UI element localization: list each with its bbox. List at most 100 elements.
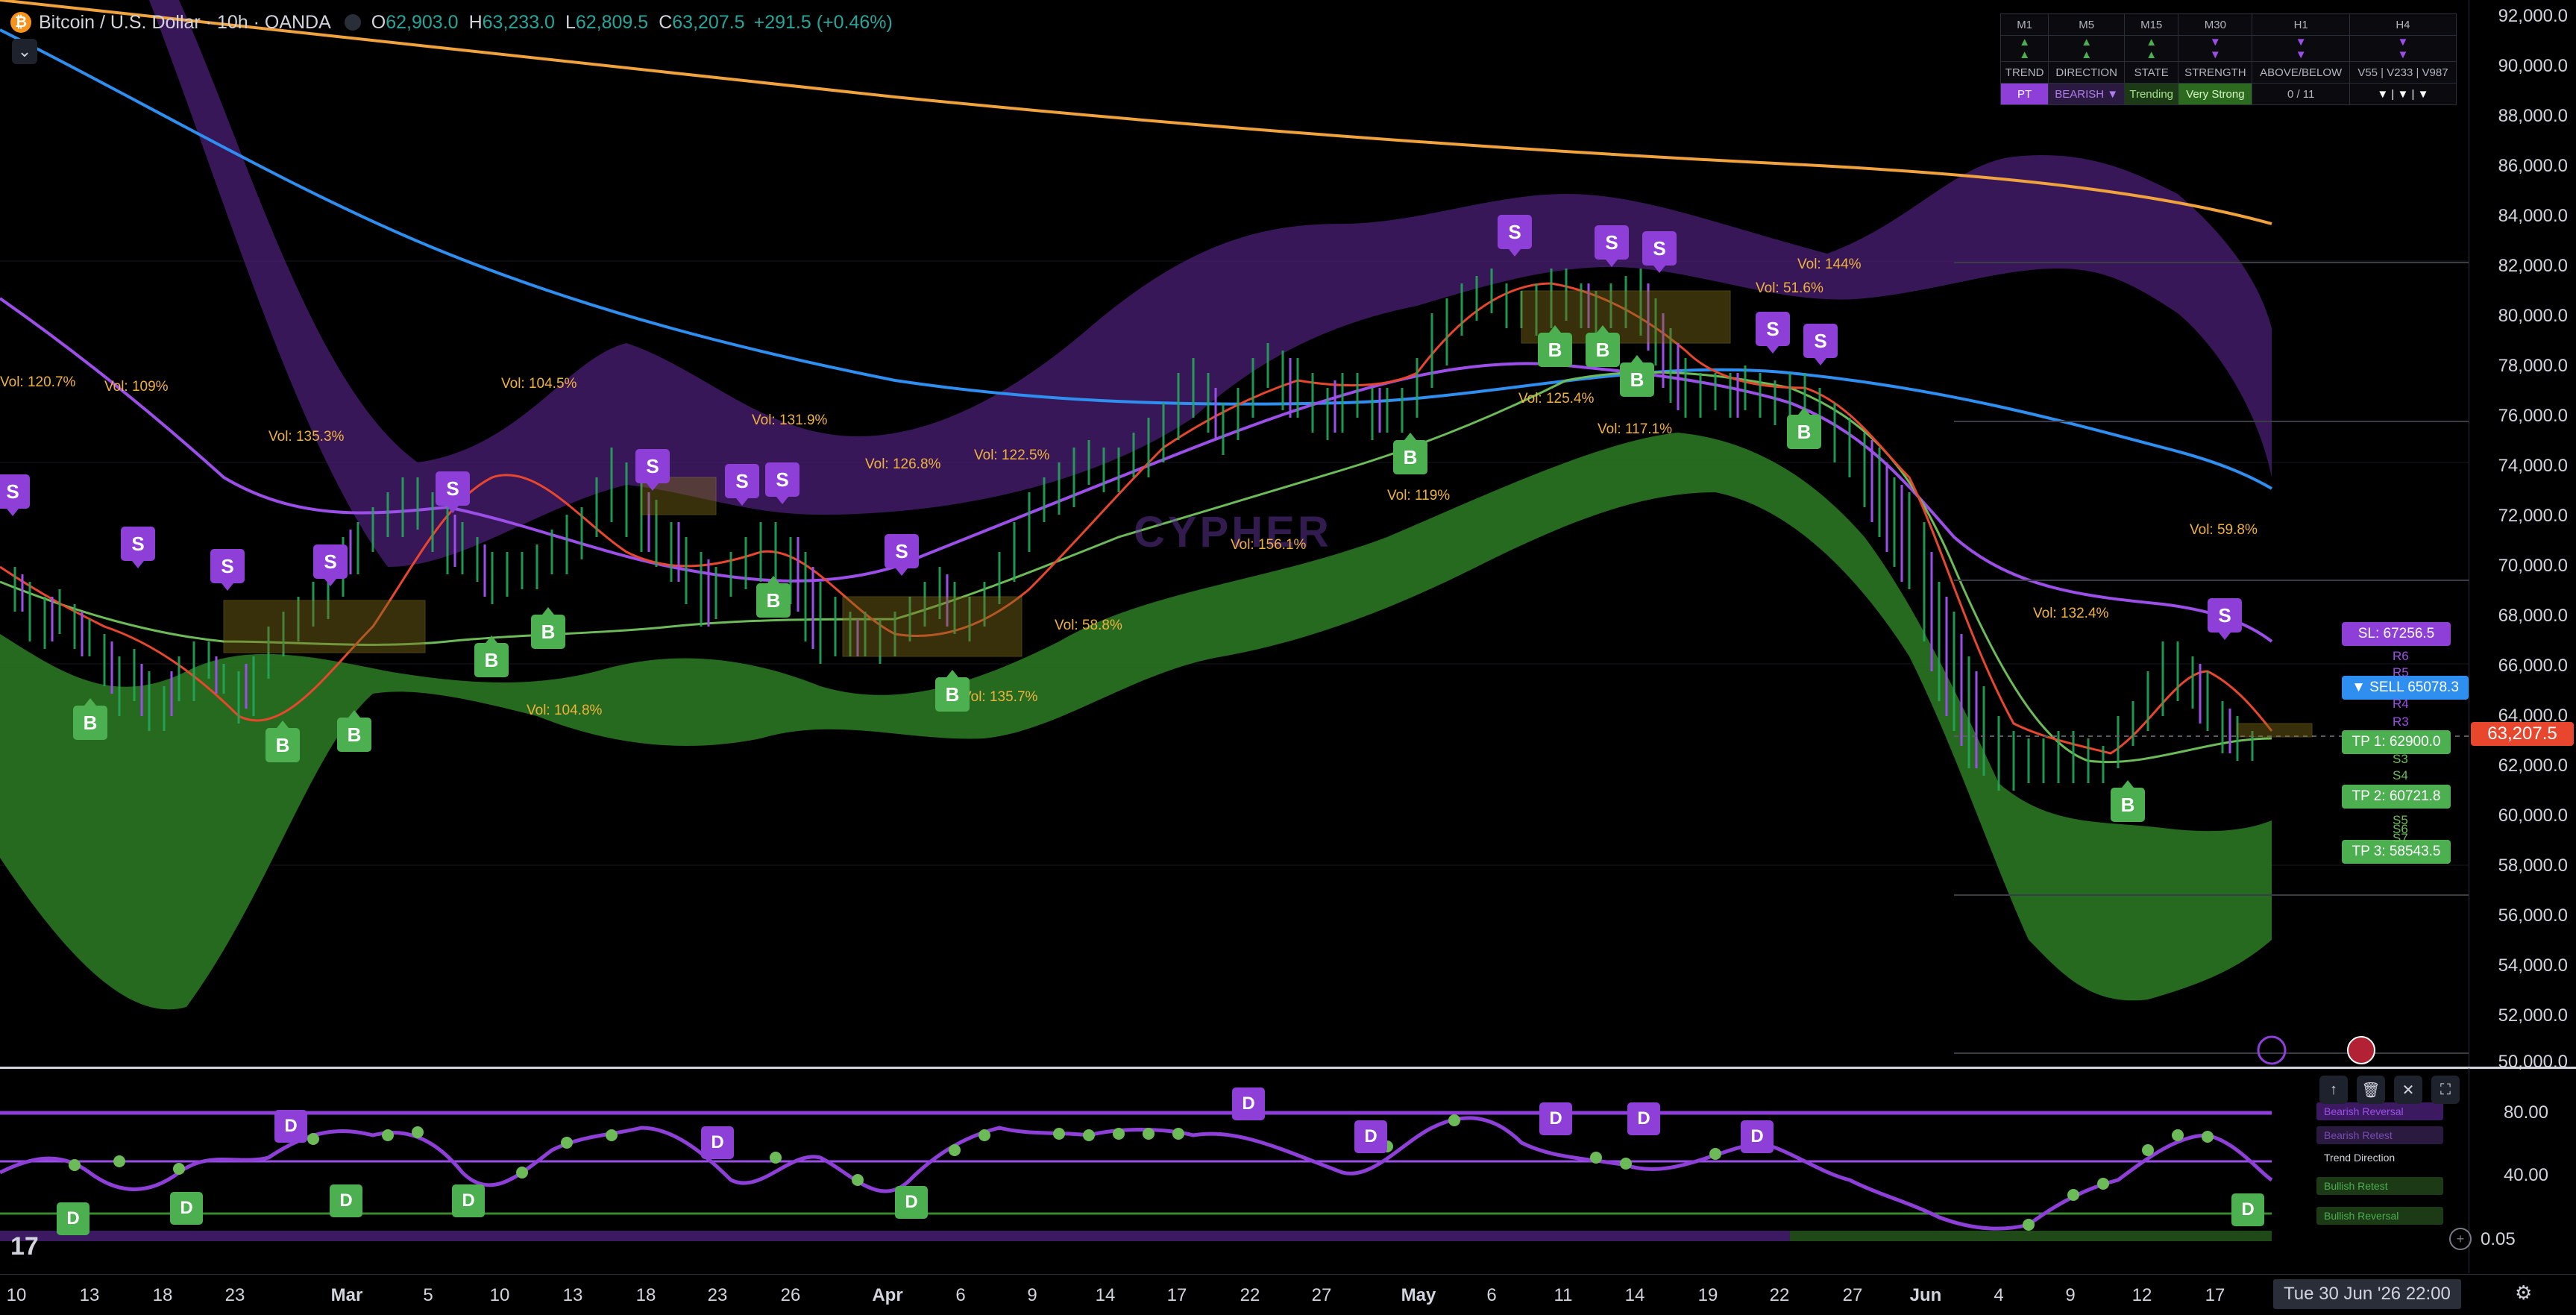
sell-signal-marker[interactable]: S: [1756, 312, 1790, 354]
buy-signal-marker[interactable]: B: [531, 607, 565, 649]
buy-signal-marker[interactable]: B: [935, 670, 970, 712]
bullish-divergence-marker[interactable]: D: [330, 1184, 362, 1217]
sell-signal-marker[interactable]: S: [2208, 598, 2242, 640]
pivot-r6: R6: [2393, 649, 2409, 663]
sell-signal-marker[interactable]: S: [635, 449, 670, 491]
time-tick: 18: [152, 1285, 173, 1305]
buy-signal-marker[interactable]: B: [1393, 433, 1427, 474]
bearish-divergence-marker[interactable]: D: [701, 1126, 734, 1159]
time-tick: Apr: [872, 1285, 903, 1305]
bearish-divergence-marker[interactable]: D: [274, 1110, 307, 1143]
bullish-divergence-marker[interactable]: D: [170, 1192, 203, 1225]
symbol-name[interactable]: Bitcoin / U.S. Dollar · 10h · OANDA: [39, 12, 331, 34]
price-tick: 54,000.0: [2498, 955, 2568, 976]
bearish-divergence-marker[interactable]: D: [1539, 1102, 1572, 1135]
buy-signal-marker[interactable]: B: [474, 635, 509, 677]
price-tick: 84,000.0: [2498, 206, 2568, 226]
maximize-pane-icon[interactable]: ⛶: [2431, 1076, 2460, 1104]
time-tick: 6: [955, 1285, 966, 1305]
time-tick: 9: [1027, 1285, 1037, 1305]
sell-signal-marker[interactable]: S: [313, 544, 348, 586]
take-profit-2-label[interactable]: TP 2: 60721.8: [2342, 785, 2451, 809]
time-tick: 13: [79, 1285, 100, 1305]
buy-signal-marker[interactable]: B: [1586, 325, 1620, 367]
change-value: +291.5 (+0.46%): [753, 11, 893, 33]
bearish-divergence-marker[interactable]: D: [1354, 1120, 1387, 1153]
move-up-icon[interactable]: ↑: [2319, 1076, 2348, 1104]
buy-signal-marker[interactable]: B: [1620, 355, 1654, 397]
trash-icon[interactable]: 🗑: [2357, 1076, 2385, 1104]
volume-label: Vol: 51.6%: [1756, 280, 1823, 296]
price-tick: 88,000.0: [2498, 106, 2568, 126]
volume-label: Vol: 135.7%: [962, 689, 1038, 705]
osc-tick: 40.00: [2503, 1165, 2548, 1185]
high-value: 63,233.0: [482, 11, 555, 33]
pane-separator[interactable]: [0, 1067, 2576, 1069]
visibility-toggle-icon[interactable]: [344, 14, 361, 31]
sell-signal-marker[interactable]: S: [436, 471, 470, 513]
time-tick: 22: [1240, 1285, 1260, 1305]
oscillator-value: 0.05: [2481, 1229, 2516, 1249]
sell-signal-marker[interactable]: S: [210, 549, 245, 591]
buy-signal-marker[interactable]: B: [337, 710, 371, 752]
sell-signal-marker[interactable]: S: [885, 534, 919, 576]
bullish-divergence-marker[interactable]: D: [452, 1184, 485, 1217]
time-tick: Jun: [1909, 1285, 1942, 1305]
sell-signal-marker[interactable]: S: [1498, 215, 1532, 257]
volume-label: Vol: 156.1%: [1231, 537, 1307, 553]
collapse-legend-button[interactable]: ⌄: [12, 39, 37, 64]
price-tick: 76,000.0: [2498, 406, 2568, 426]
time-tick: 4: [1994, 1285, 2004, 1305]
bullish-divergence-marker[interactable]: D: [895, 1186, 928, 1219]
legend-bearish-reversal: Bearish Reversal: [2316, 1102, 2443, 1120]
price-tick: 68,000.0: [2498, 606, 2568, 626]
down-arrow-icon: ▼ ▼: [2349, 35, 2457, 62]
time-tick: 27: [1842, 1285, 1863, 1305]
buy-signal-marker[interactable]: B: [73, 698, 107, 740]
time-tick: 9: [2065, 1285, 2076, 1305]
sell-signal-marker[interactable]: S: [1803, 324, 1838, 365]
bearish-divergence-marker[interactable]: D: [1232, 1088, 1265, 1120]
stop-loss-label[interactable]: SL: 67256.5: [2342, 622, 2451, 646]
pivot-s7: S7: [2393, 831, 2408, 845]
buy-signal-marker[interactable]: B: [266, 721, 300, 762]
sell-signal-marker[interactable]: S: [725, 464, 759, 506]
time-tick: 22: [1769, 1285, 1790, 1305]
take-profit-1-label[interactable]: TP 1: 62900.0: [2342, 730, 2451, 754]
bearish-divergence-marker[interactable]: D: [1741, 1120, 1774, 1153]
time-tick: 14: [1624, 1285, 1645, 1305]
sell-signal-marker[interactable]: S: [1595, 225, 1629, 267]
buy-signal-marker[interactable]: B: [1538, 325, 1572, 367]
collapse-pane-icon[interactable]: ✕: [2394, 1076, 2422, 1104]
plus-circle-icon[interactable]: +: [2449, 1228, 2472, 1250]
legend-bullish-retest: Bullish Retest: [2316, 1177, 2443, 1195]
buy-signal-marker[interactable]: B: [2111, 780, 2145, 822]
price-axis[interactable]: 92,000.0 90,000.0 88,000.0 86,000.0 84,0…: [2469, 0, 2576, 1072]
bearish-divergence-marker[interactable]: D: [1627, 1102, 1660, 1135]
volume-label: Vol: 131.9%: [752, 412, 828, 428]
gear-icon[interactable]: ⚙: [2515, 1281, 2532, 1305]
price-tick: 82,000.0: [2498, 256, 2568, 276]
tf-cell: H4: [2349, 13, 2457, 36]
buy-signal-marker[interactable]: B: [1787, 407, 1821, 449]
sell-signal-marker[interactable]: S: [1642, 231, 1677, 273]
tradingview-logo[interactable]: 17: [10, 1232, 39, 1261]
bullish-divergence-marker[interactable]: D: [2231, 1193, 2264, 1226]
time-axis[interactable]: 10 13 18 23 Mar 5 10 13 18 23 26 Apr 6 9…: [0, 1274, 2576, 1315]
price-tick: 62,000.0: [2498, 756, 2568, 776]
tf-cell: M15: [2124, 13, 2179, 36]
volume-label: Vol: 125.4%: [1518, 391, 1595, 407]
strength-value: Very Strong: [2178, 83, 2253, 105]
sell-signal-marker[interactable]: S: [765, 462, 799, 504]
time-tick: 26: [780, 1285, 801, 1305]
legend-bearish-retest: Bearish Retest: [2316, 1126, 2443, 1144]
above-below-value: 0 / 11: [2252, 83, 2350, 105]
time-tick: 19: [1697, 1285, 1718, 1305]
bullish-divergence-marker[interactable]: D: [57, 1202, 89, 1235]
pivot-s3: S3: [2393, 752, 2408, 766]
buy-signal-marker[interactable]: B: [756, 576, 791, 618]
time-tick: 6: [1486, 1285, 1497, 1305]
sell-signal-marker[interactable]: S: [0, 474, 30, 516]
volume-label: Vol: 109%: [104, 379, 169, 395]
sell-signal-marker[interactable]: S: [121, 527, 155, 568]
